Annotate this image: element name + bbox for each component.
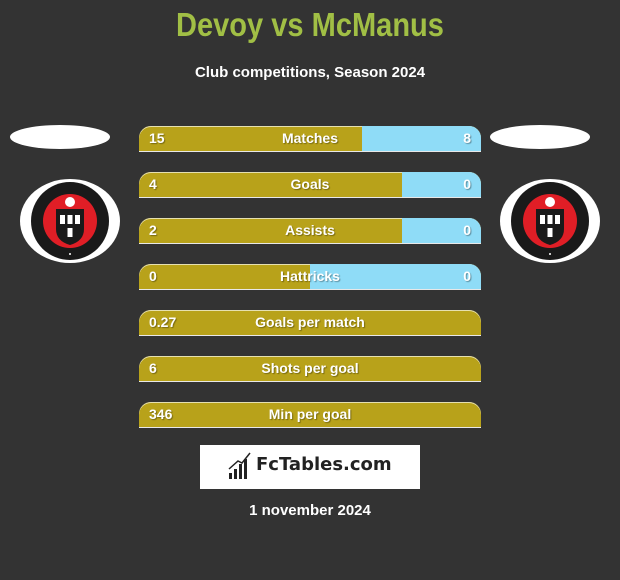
stat-bar-hattricks: 0 Hattricks 0 [139,264,481,289]
date-label: 1 november 2024 [249,502,371,519]
bohemian-fc-crest-icon [511,182,589,260]
brand-name: FcTables.com [256,454,392,475]
right-club-crest[interactable] [500,179,600,263]
left-club-crest[interactable] [20,179,120,263]
page-title: Devoy vs McManus [176,6,444,43]
right-value: 0 [463,268,471,284]
fctables-logo[interactable]: FcTables.com [200,445,420,489]
stat-bar-shots-per-goal: 6 Shots per goal [139,356,481,381]
bar-chart-trend-icon [228,452,251,479]
right-value: 8 [463,130,471,146]
stat-bar-matches: 15 Matches 8 [139,126,481,151]
stat-label: Assists [285,222,335,238]
stat-label: Matches [281,130,339,146]
right-player-name-placeholder [490,125,590,149]
stat-label: Hattricks [280,268,340,284]
right-value: 0 [463,222,471,238]
page-subtitle: Club competitions, Season 2024 [194,64,426,81]
stat-bar-assists: 2 Assists 0 [139,218,481,243]
stat-bar-goals: 4 Goals 0 [139,172,481,197]
stat-bar-goals-per-match: 0.27 Goals per match [139,310,481,335]
stat-label: Min per goal [268,406,352,422]
stat-label: Shots per goal [261,360,359,376]
stat-bar-min-per-goal: 346 Min per goal [139,402,481,427]
right-value: 0 [463,176,471,192]
stat-label: Goals [290,176,330,192]
left-player-name-placeholder [10,125,110,149]
bohemian-fc-crest-icon [31,182,109,260]
stat-label: Goals per match [255,314,365,330]
